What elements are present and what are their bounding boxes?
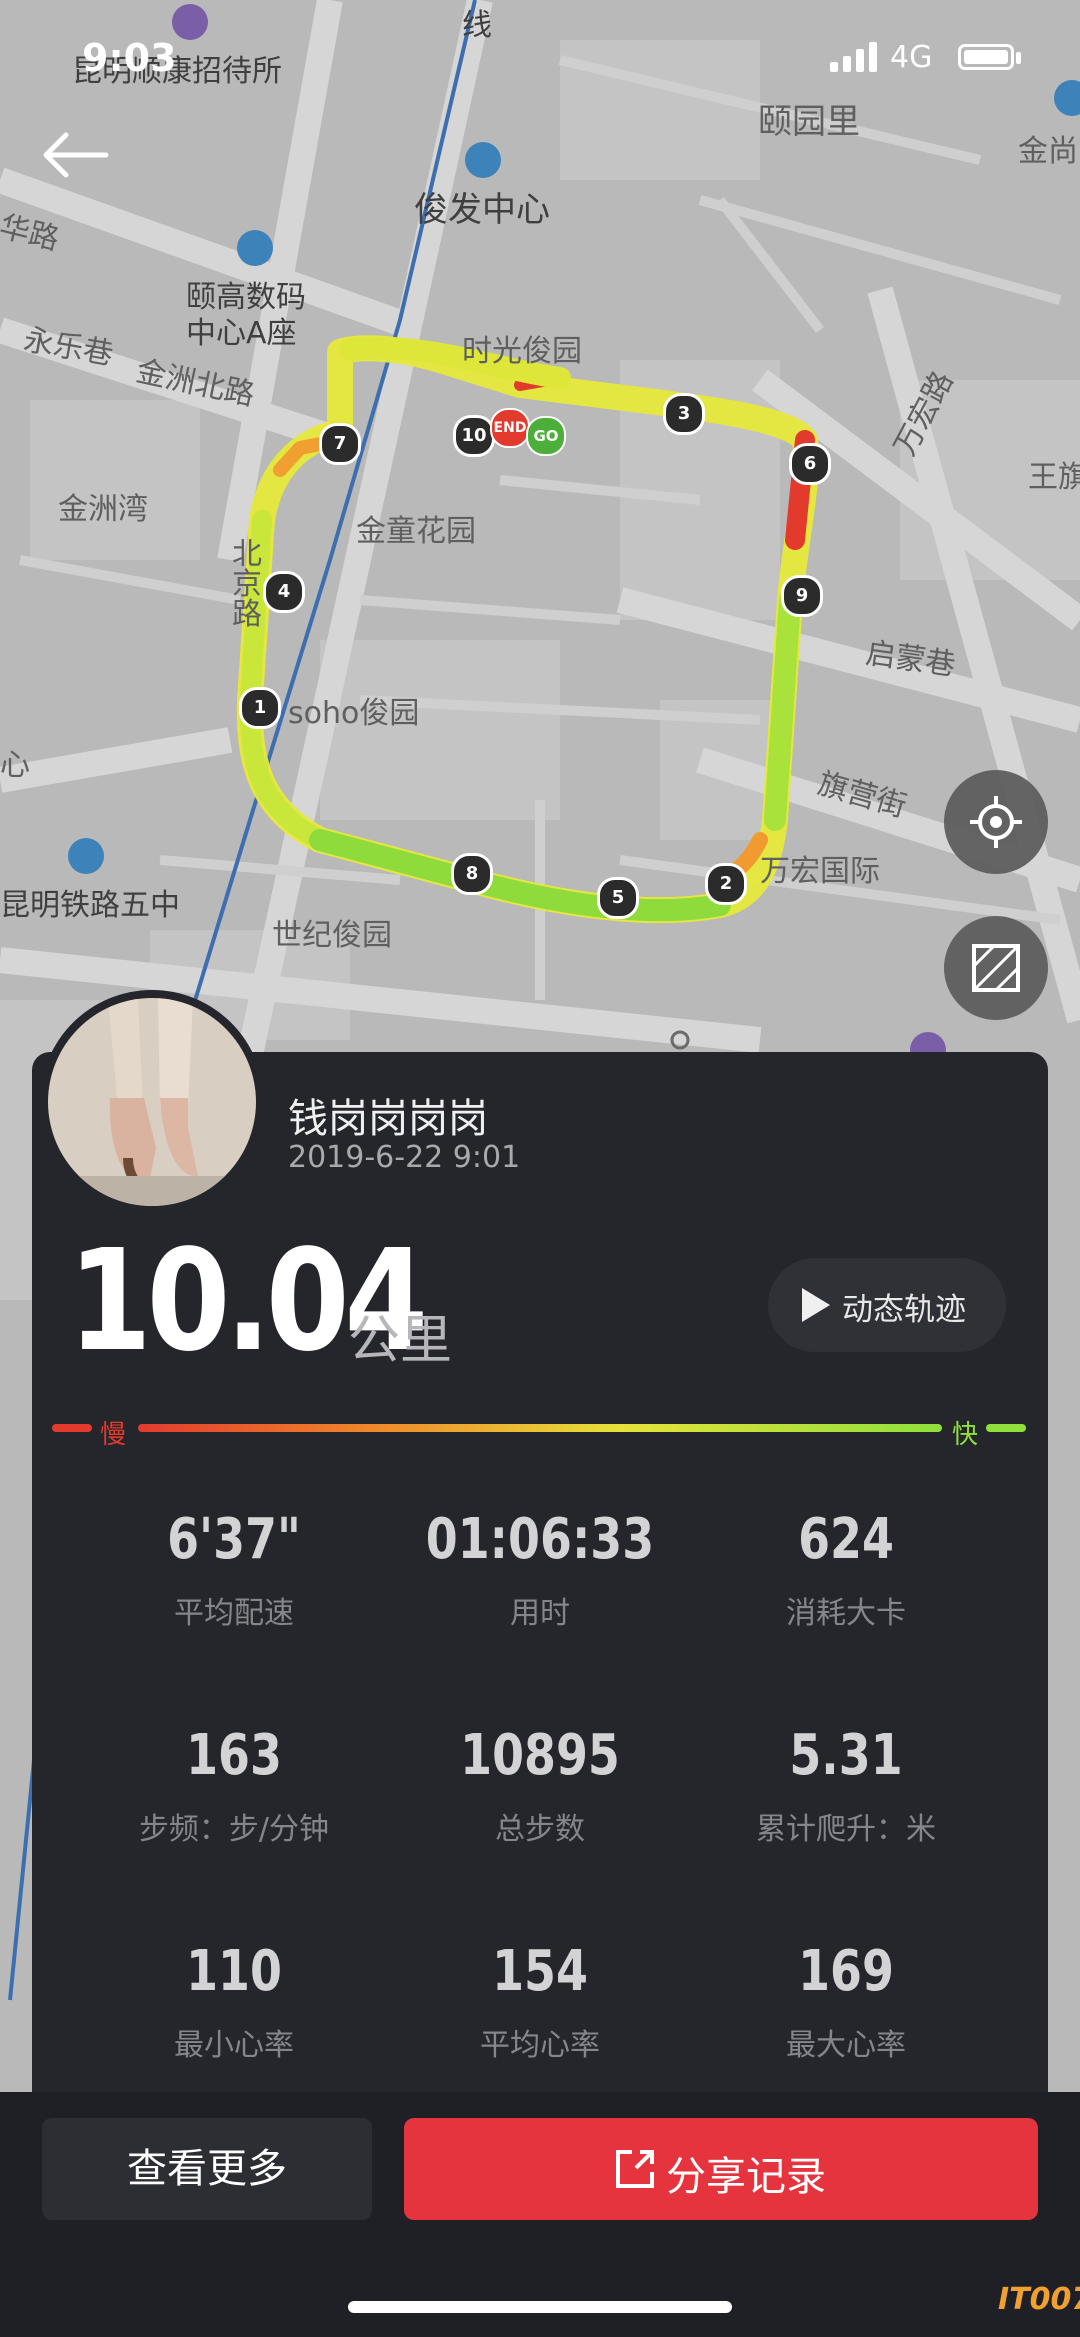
stat-cadence: 163 步频：步/分钟 — [84, 1724, 384, 1848]
stat-label: 平均心率 — [480, 2028, 600, 2063]
stat-min-heart-rate: 110 最小心率 — [84, 1940, 384, 2064]
route-marker-9: 9 — [781, 575, 823, 617]
map-layer-button[interactable] — [944, 916, 1048, 1020]
route-marker-8: 8 — [451, 853, 493, 895]
map-label: 心 — [0, 748, 30, 783]
play-icon — [802, 1288, 830, 1322]
stat-avg-heart-rate: 154 平均心率 — [390, 1940, 690, 2064]
animated-track-label: 动态轨迹 — [842, 1292, 966, 1328]
view-more-button[interactable]: 查看更多 — [42, 2118, 372, 2220]
stat-label: 消耗大卡 — [786, 1596, 906, 1631]
route-marker-3: 3 — [663, 393, 705, 435]
pace-fast-label: 快 — [952, 1420, 979, 1450]
stat-calories: 624 消耗大卡 — [696, 1508, 996, 1632]
route-marker-10: 10 — [453, 415, 495, 457]
user-name: 钱岗岗岗岗 — [288, 1096, 488, 1142]
stat-value: 6'37" — [167, 1507, 301, 1572]
back-button[interactable] — [36, 120, 116, 190]
locate-icon — [970, 796, 1022, 848]
pace-slow-swatch — [52, 1424, 92, 1432]
stat-label: 步频：步/分钟 — [138, 1812, 330, 1847]
avatar[interactable] — [48, 998, 256, 1206]
stat-label: 最大心率 — [786, 2028, 906, 2063]
back-arrow-icon — [43, 132, 109, 178]
share-record-label: 分享记录 — [666, 2154, 826, 2200]
stat-avg-pace: 6'37" 平均配速 — [84, 1508, 384, 1632]
battery-icon — [958, 44, 1014, 70]
status-bar: 9:03 4G — [0, 0, 1080, 120]
map-label: 世纪俊园 — [272, 918, 392, 953]
distance-unit: 公里 — [348, 1311, 453, 1371]
stat-label: 累计爬升：米 — [756, 1812, 936, 1847]
stat-label: 平均配速 — [174, 1596, 294, 1631]
map-label: soho俊园 — [288, 696, 420, 731]
stat-value: 10895 — [460, 1723, 620, 1788]
stat-value: 624 — [798, 1507, 894, 1572]
status-time: 9:03 — [82, 36, 177, 80]
map-label: 北京路 — [232, 537, 262, 632]
pace-fast-swatch — [986, 1424, 1026, 1432]
map-layer-icon — [972, 944, 1020, 992]
map-label: 王旗 — [1028, 460, 1080, 495]
share-record-button[interactable]: 分享记录 — [404, 2118, 1038, 2220]
locate-button[interactable] — [944, 770, 1048, 874]
pace-slow-label: 慢 — [100, 1420, 127, 1450]
end-marker: END — [490, 408, 530, 448]
route-marker-4: 4 — [263, 571, 305, 613]
map-label: 金洲湾 — [58, 492, 148, 527]
stat-value: 154 — [492, 1939, 588, 2004]
map-label: 时光俊园 — [462, 334, 582, 369]
route-marker-2: 2 — [705, 863, 747, 905]
route-marker-5: 5 — [597, 877, 639, 919]
pace-gradient-bar — [138, 1424, 942, 1432]
stat-value: 01:06:33 — [425, 1507, 655, 1572]
map-label: 万宏国际 — [760, 854, 880, 889]
map-label: 金童花园 — [356, 514, 476, 549]
avatar-image — [48, 998, 256, 1206]
stat-label: 最小心率 — [174, 2028, 294, 2063]
map-label: 中心A座 — [186, 316, 297, 351]
stat-label: 总步数 — [495, 1812, 585, 1847]
animated-track-button[interactable]: 动态轨迹 — [768, 1258, 1006, 1352]
stat-value: 5.31 — [789, 1723, 903, 1788]
home-indicator[interactable] — [348, 2301, 732, 2313]
stat-elevation-gain: 5.31 累计爬升：米 — [696, 1724, 996, 1848]
map-label: 俊发中心 — [414, 190, 550, 230]
start-marker: GO — [526, 416, 566, 456]
signal-icon — [830, 42, 877, 72]
route-marker-1: 1 — [239, 687, 281, 729]
stat-max-heart-rate: 169 最大心率 — [696, 1940, 996, 2064]
stat-value: 110 — [186, 1939, 282, 2004]
run-date: 2019-6-22 9:01 — [288, 1140, 521, 1175]
route-marker-6: 6 — [789, 443, 831, 485]
stat-value: 169 — [798, 1939, 894, 2004]
network-type: 4G — [890, 40, 933, 75]
map-label: 金尚 — [1018, 134, 1078, 169]
map-label: 昆明铁路五中 — [0, 888, 180, 923]
stat-value: 163 — [186, 1723, 282, 1788]
stat-label: 用时 — [510, 1596, 570, 1631]
battery-tip — [1016, 52, 1021, 64]
route-marker-7: 7 — [319, 423, 361, 465]
share-icon — [616, 2150, 654, 2188]
stat-duration: 01:06:33 用时 — [390, 1508, 690, 1632]
stat-total-steps: 10895 总步数 — [390, 1724, 690, 1848]
watermark: IT007 — [998, 2282, 1080, 2317]
